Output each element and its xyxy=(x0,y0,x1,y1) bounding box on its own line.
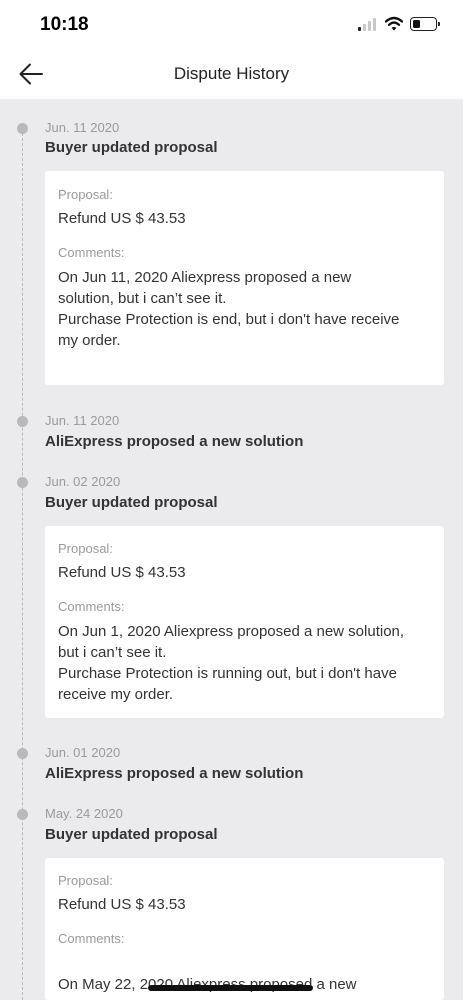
event-date: Jun. 02 2020 xyxy=(45,474,121,489)
proposal-label: Proposal: xyxy=(58,873,113,888)
cellular-signal-icon xyxy=(358,18,378,31)
proposal-card: Proposal: Refund US $ 43.53 Comments: On… xyxy=(45,526,444,718)
comments-label: Comments: xyxy=(58,931,125,946)
proposal-label: Proposal: xyxy=(58,187,113,202)
event-title: Buyer updated proposal xyxy=(45,494,218,511)
comments-text: On Jun 1, 2020 Aliexpress proposed a new… xyxy=(58,623,405,703)
proposal-card: Proposal: Refund US $ 43.53 Comments: On… xyxy=(45,858,444,1000)
event-date: Jun. 11 2020 xyxy=(45,120,120,135)
event-title: Buyer updated proposal xyxy=(45,826,218,843)
event-date: May. 24 2020 xyxy=(45,806,123,821)
proposal-amount: Refund US $ 43.53 xyxy=(58,896,186,913)
timeline-dot xyxy=(17,416,28,427)
comments-text: On Jun 11, 2020 Aliexpress proposed a ne… xyxy=(58,269,400,349)
proposal-amount: Refund US $ 43.53 xyxy=(58,210,186,227)
event-date: Jun. 11 2020 xyxy=(45,413,120,428)
proposal-card: Proposal: Refund US $ 43.53 Comments: On… xyxy=(45,171,444,385)
status-time: 10:18 xyxy=(40,14,89,35)
wifi-icon xyxy=(385,16,403,31)
event-date: Jun. 01 2020 xyxy=(45,745,121,760)
navigation-bar: Dispute History xyxy=(0,50,463,99)
timeline-dot xyxy=(17,477,28,488)
event-title: AliExpress proposed a new solution xyxy=(45,765,304,782)
page-title: Dispute History xyxy=(173,64,290,83)
proposal-amount: Refund US $ 43.53 xyxy=(58,564,186,581)
event-title: AliExpress proposed a new solution xyxy=(45,433,304,450)
status-bar: 10:18 xyxy=(0,0,463,50)
battery-icon xyxy=(410,17,440,31)
timeline-dot xyxy=(17,809,28,820)
proposal-label: Proposal: xyxy=(58,541,113,556)
timeline-dot xyxy=(17,748,28,759)
comments-label: Comments: xyxy=(58,245,125,260)
comments-label: Comments: xyxy=(58,599,125,614)
timeline-line xyxy=(22,128,23,1000)
event-title: Buyer updated proposal xyxy=(45,139,218,156)
timeline-dot xyxy=(17,123,28,134)
redaction-mark xyxy=(148,985,313,991)
